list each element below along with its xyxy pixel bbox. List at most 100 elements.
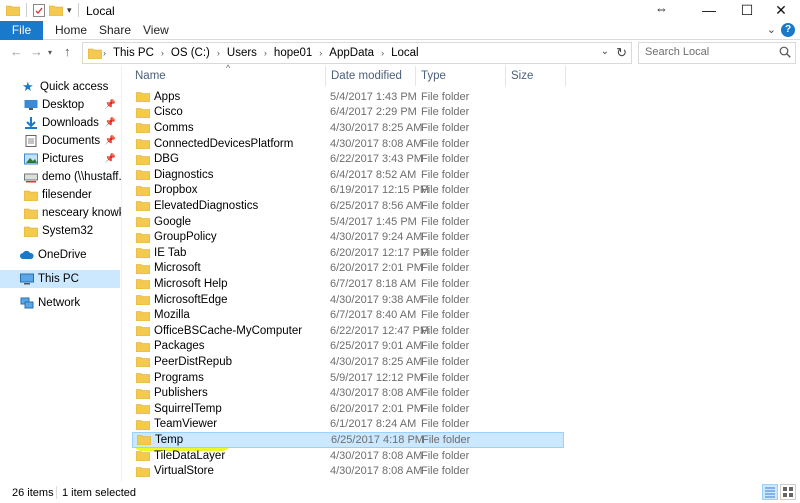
chevron-right-icon[interactable]: › (319, 48, 322, 58)
file-row[interactable]: Comms 4/30/2017 8:25 AM File folder (132, 120, 564, 136)
search-icon[interactable] (779, 46, 791, 58)
tab-share[interactable]: Share (99, 21, 131, 40)
breadcrumb-item[interactable]: OS (C:) (171, 47, 210, 59)
file-row[interactable]: ElevatedDiagnostics 6/25/2017 8:56 AM File… (132, 198, 564, 214)
file-row[interactable]: TileDataLayer 4/30/2017 8:08 AM File folde… (132, 448, 564, 464)
pin-icon[interactable]: 📌 (105, 99, 116, 110)
file-name: SquirrelTemp (154, 402, 222, 415)
tab-file[interactable]: File (0, 21, 43, 40)
sidebar-item-label: Pictures (42, 153, 84, 165)
folder-icon[interactable] (6, 4, 20, 16)
breadcrumb-item[interactable]: hope01 (274, 47, 312, 59)
file-row[interactable]: Google 5/4/2017 1:45 PM File folder (132, 214, 564, 230)
file-row[interactable]: Apps 5/4/2017 1:43 PM File folder (132, 89, 564, 105)
up-button[interactable]: ↑ (64, 44, 71, 59)
column-header-name[interactable]: Name (130, 66, 326, 86)
file-row[interactable]: VirtualStore 4/30/2017 8:08 AM File folder (132, 463, 564, 479)
navigation-pane: ★ Quick access Desktop 📌 Downloads 📌 Doc… (0, 66, 122, 482)
file-type: File folder (421, 184, 470, 197)
file-row[interactable]: Mozilla 6/7/2017 8:40 AM File folder (132, 307, 564, 323)
breadcrumb-item[interactable]: Users (227, 47, 257, 59)
sidebar-item-label: Quick access (40, 81, 109, 93)
pin-icon[interactable]: 📌 (105, 153, 116, 164)
chevron-right-icon[interactable]: › (264, 48, 267, 58)
file-row[interactable]: GroupPolicy 4/30/2017 9:24 AM File folder (132, 229, 564, 245)
breadcrumb-item[interactable]: This PC (113, 47, 154, 59)
file-row[interactable]: Diagnostics 6/4/2017 8:52 AM File folder (132, 167, 564, 183)
properties-icon[interactable] (33, 3, 45, 17)
details-view-button[interactable] (762, 484, 778, 500)
folder-icon (24, 208, 38, 219)
breadcrumb: › This PC › OS (C:) › Users › hope01 › A… (103, 47, 419, 59)
sidebar-item-this-pc[interactable]: This PC (0, 270, 120, 288)
folder-icon (136, 295, 150, 306)
details-view-icon (765, 487, 775, 498)
column-header-size[interactable]: Size (506, 66, 566, 86)
sidebar-item-pictures[interactable]: Pictures 📌 (0, 150, 120, 168)
expand-ribbon-icon[interactable]: ⌄ (767, 23, 776, 36)
breadcrumb-item[interactable]: AppData (329, 47, 374, 59)
chevron-right-icon[interactable]: › (161, 48, 164, 58)
close-button[interactable]: ✕ (758, 0, 800, 21)
address-bar[interactable]: › This PC › OS (C:) › Users › hope01 › A… (82, 42, 632, 64)
file-row[interactable]: DBG 6/22/2017 3:43 PM File folder (132, 151, 564, 167)
sidebar-item-onedrive[interactable]: OneDrive (0, 246, 120, 264)
file-row[interactable]: TeamViewer 6/1/2017 8:24 AM File folder (132, 417, 564, 433)
pin-icon[interactable]: 📌 (105, 117, 116, 128)
file-row[interactable]: Packages 6/25/2017 9:01 AM File folder (132, 339, 564, 355)
column-header-type[interactable]: Type (416, 66, 506, 86)
chevron-down-icon[interactable]: ⌄ (601, 46, 609, 57)
folder-icon (136, 388, 150, 399)
navigation-pane-scrollbar[interactable] (122, 66, 130, 482)
sidebar-item-quick-access[interactable]: ★ Quick access (0, 78, 120, 96)
file-row[interactable]: IE Tab 6/20/2017 12:17 PM File folder (132, 245, 564, 261)
breadcrumb-item[interactable]: Local (391, 47, 419, 59)
file-row[interactable]: ConnectedDevicesPlatform 4/30/2017 8:08 A… (132, 136, 564, 152)
sidebar-item-filesender[interactable]: filesender (0, 186, 120, 204)
file-row[interactable]: Programs 5/9/2017 12:12 PM File folder (132, 370, 564, 386)
file-row[interactable]: MicrosoftEdge 4/30/2017 9:38 AM File folde… (132, 292, 564, 308)
customize-toolbar-icon[interactable]: ▾ (67, 5, 72, 16)
file-row[interactable]: Publishers 4/30/2017 8:08 AM File folder (132, 385, 564, 401)
help-icon[interactable]: ? (781, 23, 795, 37)
new-folder-icon[interactable] (49, 4, 63, 16)
folder-icon (24, 190, 38, 201)
chevron-right-icon[interactable]: › (381, 48, 384, 58)
file-row[interactable]: Temp 6/25/2017 4:18 PM File folder (132, 432, 564, 448)
file-date: 6/22/2017 3:43 PM (330, 153, 423, 166)
search-input[interactable] (645, 46, 765, 58)
folder-icon (136, 466, 150, 477)
file-name-cell: Diagnostics (136, 169, 213, 181)
tab-view[interactable]: View (143, 21, 169, 40)
refresh-icon[interactable]: ↻ (616, 45, 627, 61)
file-row[interactable]: Cisco 6/4/2017 2:29 PM File folder (132, 105, 564, 121)
chevron-right-icon[interactable]: › (217, 48, 220, 58)
file-name: Packages (154, 340, 205, 353)
file-row[interactable]: Dropbox 6/19/2017 12:15 PM File folder (132, 183, 564, 199)
large-icons-view-button[interactable] (780, 484, 796, 500)
sidebar-item-demo[interactable]: demo (\\hustaff.hu (0, 168, 121, 186)
file-name: OfficeBSCache-MyComputer (154, 324, 303, 337)
file-row[interactable]: PeerDistRepub 4/30/2017 8:25 AM File folde… (132, 354, 564, 370)
file-name: Cisco (154, 106, 183, 119)
sidebar-item-desktop[interactable]: Desktop 📌 (0, 96, 120, 114)
file-row[interactable]: SquirrelTemp 6/20/2017 2:01 PM File folder (132, 401, 564, 417)
pin-icon[interactable]: 📌 (105, 135, 116, 146)
sidebar-item-nesceary[interactable]: nesceary knowkedg (0, 204, 121, 222)
recent-locations-icon[interactable]: ▾ (48, 48, 52, 57)
column-header-date[interactable]: Date modified (326, 66, 416, 86)
column-headers: ^ Name Date modified Type Size (130, 63, 800, 86)
tab-home[interactable]: Home (55, 21, 87, 40)
sidebar-item-network[interactable]: Network (0, 294, 120, 312)
sidebar-item-documents[interactable]: Documents 📌 (0, 132, 120, 150)
sidebar-item-downloads[interactable]: Downloads 📌 (0, 114, 120, 132)
file-row[interactable]: OfficeBSCache-MyComputer 6/22/2017 12:47 … (132, 323, 564, 339)
forward-button[interactable]: → (30, 44, 43, 59)
file-name: Apps (154, 90, 181, 103)
file-row[interactable]: Microsoft 6/20/2017 2:01 PM File folder (132, 261, 564, 277)
back-button[interactable]: ← (10, 44, 23, 59)
file-type: File folder (421, 246, 470, 259)
sidebar-item-system32[interactable]: System32 (0, 222, 120, 240)
file-row[interactable]: Microsoft Help 6/7/2017 8:18 AM File folde… (132, 276, 564, 292)
sidebar-item-label: Desktop (42, 99, 85, 111)
